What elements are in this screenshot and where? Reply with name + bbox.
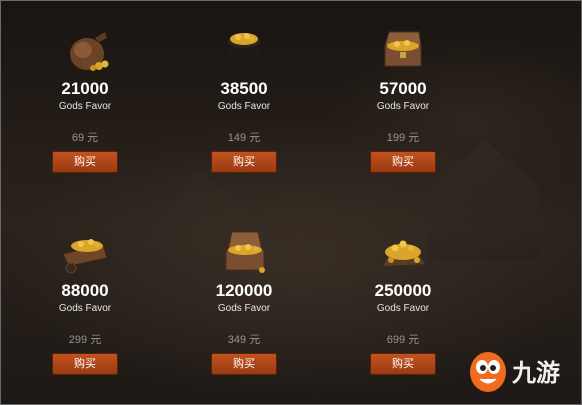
- page-border: [0, 0, 582, 405]
